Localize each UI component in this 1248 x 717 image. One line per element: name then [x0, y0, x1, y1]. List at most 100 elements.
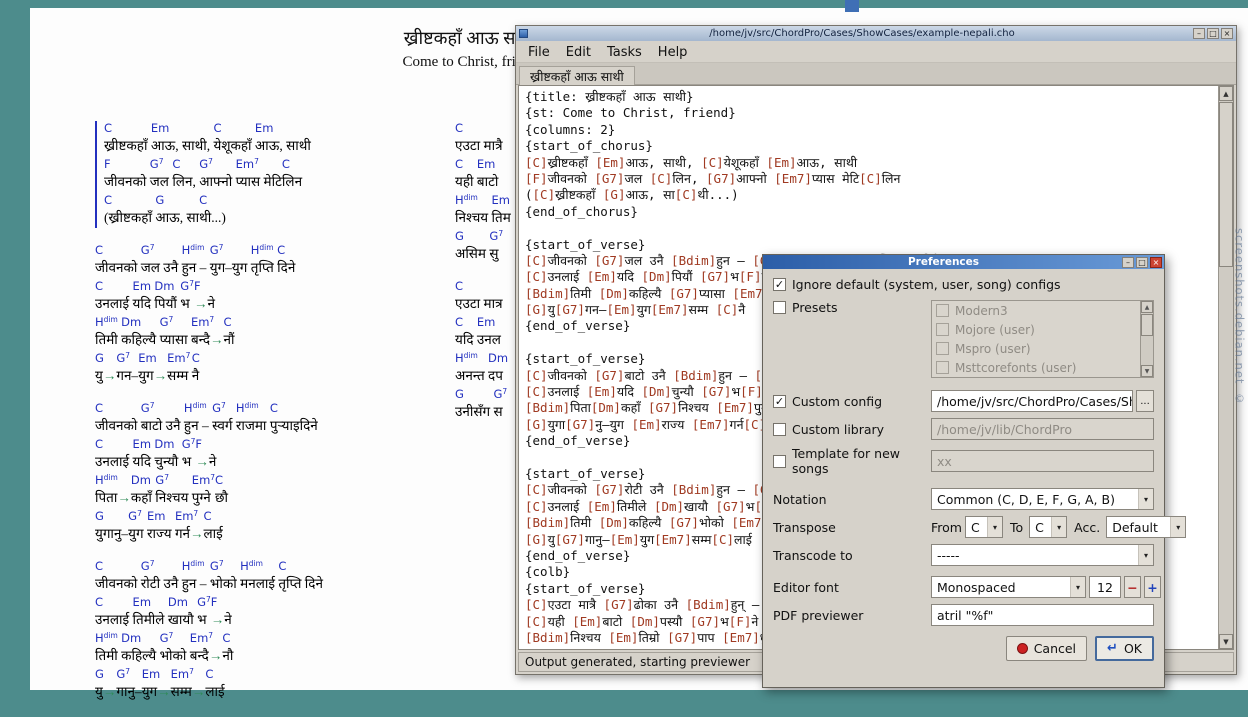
song-segment: Gअसिम	[455, 229, 489, 264]
scroll-down-icon[interactable]: ▼	[1219, 634, 1233, 649]
chord-token: [Bdim]	[525, 286, 570, 301]
minimize-button[interactable]: –	[1193, 28, 1205, 39]
song-segment: Cलाई	[205, 667, 224, 702]
menu-edit[interactable]: Edit	[558, 44, 599, 59]
lyric-text: तिमीले	[133, 610, 168, 630]
close-button[interactable]: ×	[1221, 28, 1233, 39]
scroll-up-icon[interactable]: ▲	[1141, 301, 1153, 313]
transpose-to-select[interactable]: C ▾	[1029, 516, 1067, 538]
dialog-close-button[interactable]: ×	[1150, 257, 1162, 268]
font-size-increase-button[interactable]: +	[1144, 576, 1161, 598]
lyric-text: यदि	[133, 452, 155, 472]
chord-label: Hdim	[182, 559, 210, 574]
chord-token: [C]	[701, 155, 724, 170]
chord-label: Em	[142, 667, 171, 682]
chord-label: C	[278, 559, 323, 574]
editor-line: {columns: 2}	[525, 122, 1213, 138]
lyric-text: भ	[182, 452, 196, 472]
lyric-text: (ख्रीष्टकहाँ	[104, 208, 155, 228]
chord-label: Hdim	[182, 243, 210, 258]
dialog-maximize-button[interactable]: □	[1136, 257, 1148, 268]
presets-checkbox[interactable]: Presets	[773, 300, 838, 315]
custom-library-field: /home/jv/lib/ChordPro	[931, 418, 1154, 440]
preset-item: Mojore (user)	[932, 320, 1140, 339]
chord-label: Dm	[121, 315, 159, 330]
menu-file[interactable]: File	[520, 44, 558, 59]
chord-label: G	[95, 351, 116, 366]
custom-library-checkbox[interactable]: Custom library	[773, 422, 884, 437]
chord-token: [Em7]	[654, 532, 692, 547]
chord-token: [C]	[525, 155, 548, 170]
chord-label: F	[195, 437, 216, 452]
font-size-field[interactable]: 12	[1089, 576, 1121, 598]
editor-line: {start_of_chorus}	[525, 138, 1213, 154]
lyric-text: हुन –	[182, 258, 210, 278]
song-segment: Emआऊ, साथी,	[151, 121, 214, 156]
chord-label: Hdim	[184, 401, 212, 416]
ok-button[interactable]: ↵ OK	[1095, 636, 1154, 661]
song-tab[interactable]: ख्रीष्टकहाँ आऊ साथी	[519, 66, 635, 86]
song-verse: Cजीवनको G7जल उनै Hdimहुन – G7युग–युग Hdi…	[95, 243, 460, 386]
chord-token: [Em7]	[722, 630, 760, 645]
chord-token: [C]	[675, 187, 698, 202]
song-segment: Cनौं	[224, 315, 235, 350]
menu-help[interactable]: Help	[650, 44, 696, 59]
presets-scrollbar[interactable]: ▲ ▼	[1140, 301, 1153, 377]
editor-titlebar[interactable]: /home/jv/src/ChordPro/Cases/ShowCases/ex…	[516, 26, 1236, 41]
song-line: Cख्रीष्टकहाँ Emआऊ, साथी, Cयेशूकहाँ Emआऊ,…	[104, 121, 460, 156]
scrollbar-thumb[interactable]	[1219, 102, 1233, 267]
song-segment: G7स्वर्ग	[212, 401, 236, 436]
lyric-text: युग→	[138, 366, 167, 386]
chord-label: C	[282, 157, 302, 172]
custom-config-checkbox[interactable]: Custom config	[773, 394, 882, 409]
song-segment: Cपुऱ्याइदिने	[270, 401, 318, 436]
lyric-text: राज्य	[147, 524, 175, 544]
chord-token: [C]	[711, 532, 734, 547]
lyric-text: भोको	[160, 646, 190, 666]
menu-tasks[interactable]: Tasks	[599, 44, 650, 59]
chord-label: G	[455, 387, 494, 402]
transpose-to-label: To	[1010, 520, 1023, 535]
chord-token: [G]	[525, 302, 548, 317]
transpose-acc-select[interactable]: Default ▾	[1106, 516, 1186, 538]
lyric-text: मनलाई	[240, 574, 278, 594]
lyric-text: लिन,	[172, 172, 199, 192]
font-size-decrease-button[interactable]: −	[1124, 576, 1141, 598]
editor-line: {start_of_verse}	[525, 237, 1213, 253]
scrollbar-thumb[interactable]	[1141, 314, 1153, 336]
custom-config-field[interactable]: /home/jv/src/ChordPro/Cases/ShowCas	[931, 390, 1133, 412]
maximize-button[interactable]: □	[1207, 28, 1219, 39]
template-checkbox[interactable]: Template for new songs	[773, 446, 931, 476]
chevron-down-icon: ▾	[1070, 577, 1085, 597]
chord-token: [Dm]	[654, 499, 684, 514]
melisma-arrow-icon: →	[190, 526, 204, 541]
chord-label: Em	[492, 193, 511, 208]
checkbox-icon	[936, 342, 949, 355]
chord-label: C	[455, 315, 477, 330]
song-segment: G7जल उनै	[141, 243, 182, 278]
preferences-titlebar[interactable]: Preferences – □ ×	[763, 255, 1164, 269]
editor-scrollbar[interactable]: ▲ ▼	[1218, 86, 1233, 649]
scroll-up-icon[interactable]: ▲	[1219, 86, 1233, 101]
dialog-minimize-button[interactable]: –	[1122, 257, 1134, 268]
song-segment: Cलिन	[282, 157, 302, 192]
editor-font-select[interactable]: Monospaced ▾	[931, 576, 1086, 598]
chord-label: Em	[138, 351, 167, 366]
ignore-default-checkbox[interactable]: Ignore default (system, user, song) conf…	[773, 277, 1061, 292]
notation-select[interactable]: Common (C, D, E, F, G, A, B) ▾	[931, 488, 1154, 510]
custom-config-browse-button[interactable]: ...	[1136, 390, 1154, 412]
chord-token: [Em7]	[692, 417, 730, 432]
transcode-select[interactable]: ----- ▾	[931, 544, 1154, 566]
tab-bar: ख्रीष्टकहाँ आऊ साथी	[516, 63, 1236, 85]
lyric-text: आऊ, साथी,	[151, 136, 214, 156]
chord-label: G7	[210, 559, 240, 574]
song-segment: Emआऊ, साथी	[255, 121, 311, 156]
song-line: Gयु→G7गन–Emयुग→Em7सम्म Cनै	[95, 351, 460, 386]
transpose-from-select[interactable]: C ▾	[965, 516, 1003, 538]
song-segment: Cथी...)	[199, 193, 226, 228]
scroll-down-icon[interactable]: ▼	[1141, 365, 1153, 377]
song-segment: Em7प्यास मेटि	[236, 157, 282, 192]
lyric-text: युग→	[142, 682, 171, 702]
cancel-button[interactable]: Cancel	[1006, 636, 1087, 661]
pdf-previewer-field[interactable]: atril "%f"	[931, 604, 1154, 626]
